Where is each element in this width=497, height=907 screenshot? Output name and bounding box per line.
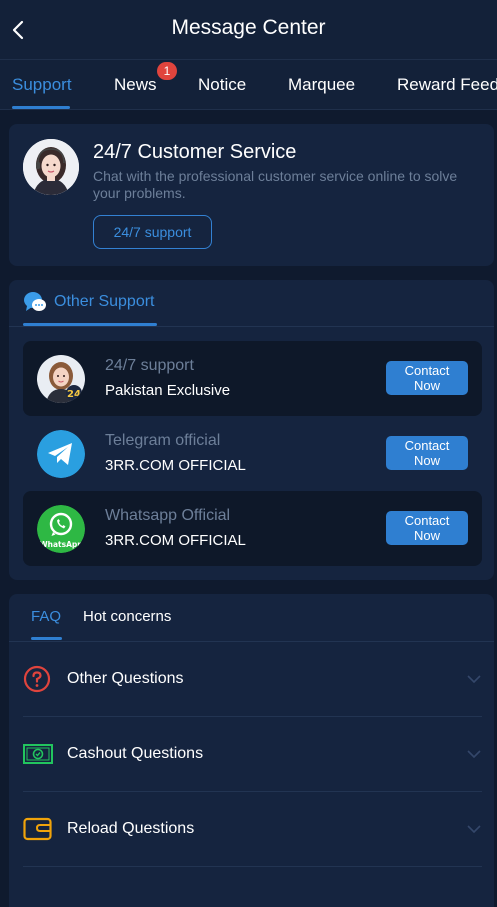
tab-faq[interactable]: FAQ bbox=[31, 608, 61, 625]
tab-hot-concerns[interactable]: Hot concerns bbox=[83, 608, 171, 625]
chevron-down-icon bbox=[467, 750, 481, 759]
customer-service-title: 24/7 Customer Service bbox=[93, 141, 297, 163]
faq-item-label: Cashout Questions bbox=[67, 745, 204, 762]
question-circle-icon bbox=[23, 665, 51, 693]
tab-bar: Support News Notice Marquee Reward Feedb… bbox=[0, 60, 497, 110]
tab-notice[interactable]: Notice bbox=[198, 75, 246, 95]
faq-item-reload-questions[interactable]: Reload Questions bbox=[23, 792, 482, 867]
news-badge: 1 bbox=[157, 62, 177, 80]
support-label: Whatsapp Official bbox=[105, 507, 231, 524]
agent-avatar-icon: 24 bbox=[37, 355, 85, 403]
customer-service-description: Chat with the professional customer serv… bbox=[93, 168, 458, 201]
contact-now-button[interactable]: Contact Now bbox=[386, 361, 468, 395]
tab-marquee[interactable]: Marquee bbox=[288, 75, 355, 95]
cash-icon bbox=[23, 744, 53, 764]
support-sub: 3RR.COM OFFICIAL bbox=[105, 532, 246, 549]
page-title: Message Center bbox=[171, 16, 326, 39]
faq-tab-indicator bbox=[31, 637, 62, 640]
support-label: Telegram official bbox=[105, 432, 221, 449]
chevron-down-icon bbox=[467, 825, 481, 834]
header-bar: Message Center bbox=[0, 0, 497, 60]
tab-news[interactable]: News bbox=[114, 75, 157, 95]
active-tab-indicator bbox=[12, 106, 70, 109]
faq-item-cashout-questions[interactable]: Cashout Questions bbox=[23, 717, 482, 792]
chevron-down-icon bbox=[467, 675, 481, 684]
support-sub: 3RR.COM OFFICIAL bbox=[105, 457, 246, 474]
faq-item-other-questions[interactable]: Other Questions bbox=[23, 642, 482, 717]
support-row-247: 24 24/7 support Pakistan Exclusive Conta… bbox=[23, 341, 482, 416]
contact-now-button[interactable]: Contact Now bbox=[386, 511, 468, 545]
faq-item-label: Reload Questions bbox=[67, 820, 195, 837]
divider bbox=[9, 326, 494, 327]
support-sub: Pakistan Exclusive bbox=[105, 382, 231, 399]
support-row-whatsapp: WhatsApp Whatsapp Official 3RR.COM OFFIC… bbox=[23, 491, 482, 566]
svg-text:24: 24 bbox=[67, 389, 81, 400]
faq-item-label: Other Questions bbox=[67, 670, 184, 687]
tab-reward-feedback[interactable]: Reward Feedback bbox=[397, 75, 497, 95]
agent-avatar-icon bbox=[23, 139, 79, 195]
other-support-title: Other Support bbox=[54, 293, 155, 310]
telegram-icon bbox=[37, 430, 85, 478]
tab-support[interactable]: Support bbox=[12, 75, 72, 95]
support-button[interactable]: 24/7 support bbox=[93, 215, 212, 249]
wallet-icon bbox=[23, 817, 52, 841]
contact-now-button[interactable]: Contact Now bbox=[386, 436, 468, 470]
support-row-telegram: Telegram official 3RR.COM OFFICIAL Conta… bbox=[23, 416, 482, 491]
whatsapp-logo-text: WhatsApp bbox=[39, 540, 83, 549]
support-label: 24/7 support bbox=[105, 357, 194, 374]
chat-bubbles-icon bbox=[24, 292, 46, 311]
whatsapp-icon: WhatsApp bbox=[37, 505, 85, 553]
